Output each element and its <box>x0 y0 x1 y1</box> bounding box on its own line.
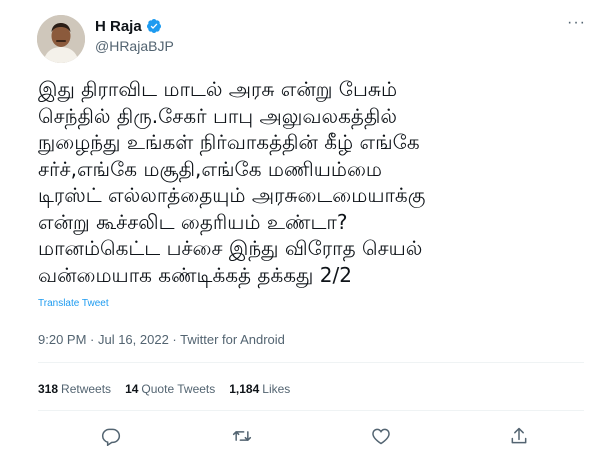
quote-tweets-label: Quote Tweets <box>141 382 216 396</box>
tweet-text-line: என்று கூச்சலிட தைரியம் உண்டா? <box>38 209 348 234</box>
divider <box>38 410 584 411</box>
likes-stat[interactable]: 1,184 Likes <box>229 382 290 396</box>
tweet-timestamp[interactable]: 9:20 PM · Jul 16, 2022 · Twitter for And… <box>38 332 285 347</box>
avatar[interactable] <box>37 15 85 63</box>
tweet: H Raja @HRajaBJP ··· இது திராவிட மாடல் அ… <box>0 0 600 453</box>
translate-tweet-link[interactable]: Translate Tweet <box>38 298 109 309</box>
retweet-icon <box>232 431 252 441</box>
retweets-label: Retweets <box>61 382 112 396</box>
tweet-text-line: சர்ச்,எங்கே மசூதி,எங்கே மணியம்மை <box>38 156 382 181</box>
verified-badge-icon <box>146 18 162 34</box>
retweets-stat[interactable]: 318 Retweets <box>38 382 111 396</box>
divider <box>38 362 584 363</box>
quote-tweets-stat[interactable]: 14 Quote Tweets <box>125 382 215 396</box>
retweets-count: 318 <box>38 382 59 396</box>
author-handle[interactable]: @HRajaBJP <box>95 38 174 54</box>
more-options-icon[interactable]: ··· <box>567 14 586 32</box>
quote-tweets-count: 14 <box>125 382 139 396</box>
tweet-text-line: வன்மையாக கண்டிக்கத் தக்கது 2/2 <box>38 262 352 287</box>
author-block: H Raja @HRajaBJP <box>95 17 174 55</box>
tweet-text-line: மானம்கெட்ட பச்சை இந்து விரோத செயல் <box>38 236 423 260</box>
author-name-row: H Raja <box>95 17 174 35</box>
reply-button[interactable] <box>101 426 121 447</box>
likes-count: 1,184 <box>229 382 260 396</box>
like-button[interactable] <box>371 426 391 446</box>
tweet-text-line: நுழைந்து உங்கள் நிர்வாகத்தின் கீழ் எங்கே <box>38 130 420 154</box>
tweet-text-line: இது திராவிட மாடல் அரசு என்று பேசும் <box>38 77 398 101</box>
share-icon <box>511 427 527 444</box>
heart-icon <box>372 428 390 445</box>
likes-label: Likes <box>262 382 291 396</box>
author-name[interactable]: H Raja <box>95 18 142 35</box>
tweet-text-line: செந்தில் திரு.சேகர் பாபு அலுவலகத்தில் <box>38 103 397 128</box>
reply-icon <box>101 428 121 447</box>
retweet-button[interactable] <box>232 426 252 446</box>
tweet-text-line: டிரஸ்ட் எல்லாத்தையும் அரசுடைமையாக்கு <box>38 183 426 207</box>
tweet-text: இது திராவிட மாடல் அரசு என்று பேசும் செந்த… <box>38 76 598 288</box>
tweet-stats: 318 Retweets 14 Quote Tweets 1,184 Likes <box>38 382 290 396</box>
share-button[interactable] <box>509 426 529 446</box>
